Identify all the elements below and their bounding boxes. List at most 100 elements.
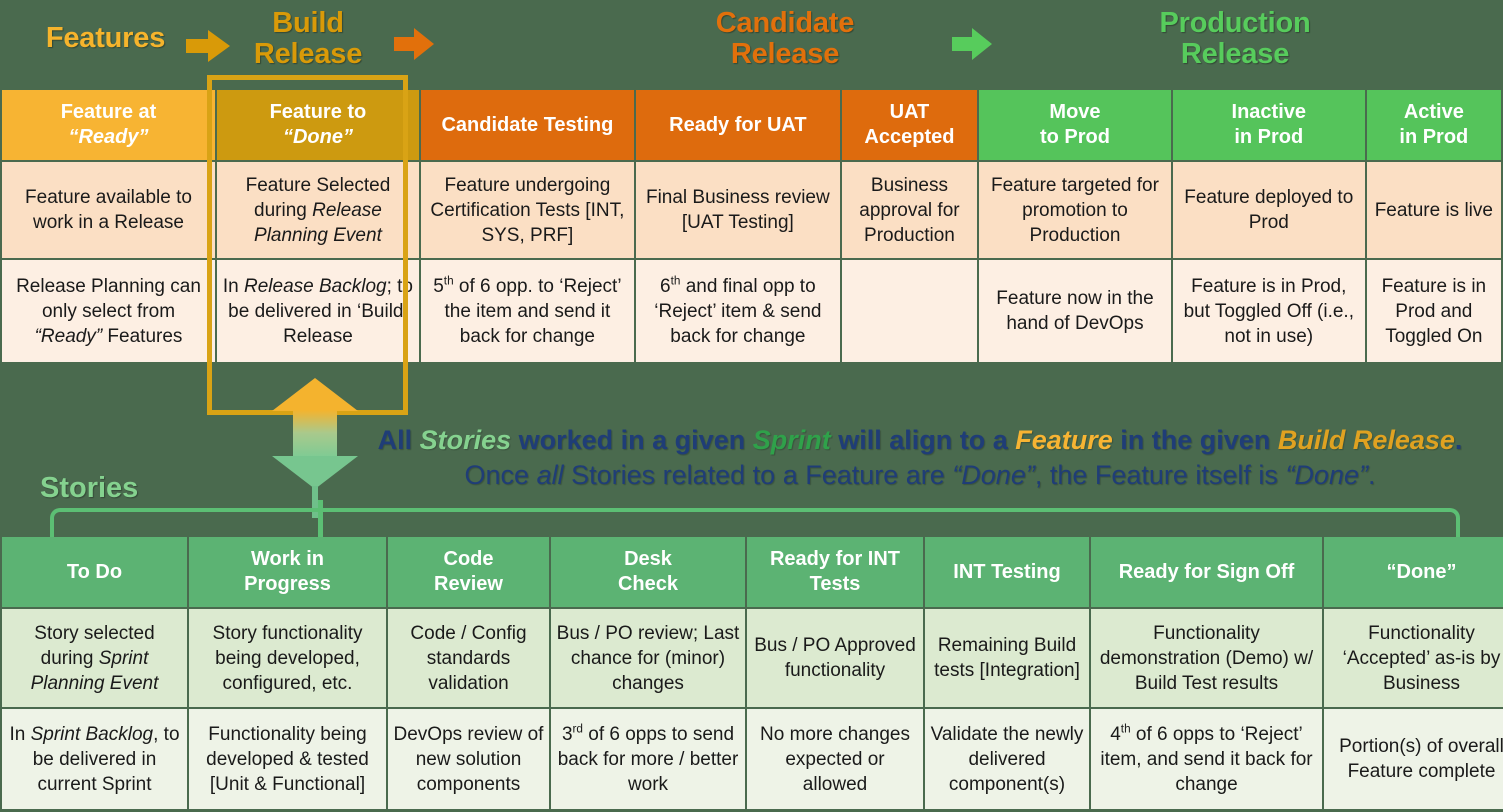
header-line1: UAT <box>889 101 930 123</box>
highlight-frame-top-edge <box>207 75 408 80</box>
table-cell <box>841 260 978 362</box>
diagram-canvas: Features Build Release Candidate Release… <box>0 0 1503 812</box>
table-cell: Feature now in the hand of DevOps <box>979 260 1171 362</box>
table-cell: Feature undergoing Certification Tests [… <box>420 162 634 258</box>
phase-label-build-line1: Build <box>272 7 344 39</box>
table-cell: 3rd of 6 opps to send back for more / be… <box>551 709 745 809</box>
stories-header-code-review[interactable]: Code Review <box>388 537 549 607</box>
header-line1: Feature at <box>60 101 157 123</box>
phase-label-features: Features <box>8 23 203 54</box>
stories-label: Stories <box>40 472 138 505</box>
stories-header-to-do[interactable]: To Do <box>2 537 187 607</box>
header-line1: Candidate Testing <box>441 113 614 136</box>
table-cell: No more changes expected or allowed <box>747 709 923 809</box>
features-header-candidate-testing[interactable]: Candidate Testing <box>420 90 634 160</box>
stories-header-desk-check[interactable]: Desk Check <box>551 537 745 607</box>
features-header-ready-for-uat[interactable]: Ready for UAT <box>635 90 840 160</box>
stories-header-int-testing[interactable]: INT Testing <box>925 537 1089 607</box>
stories-header-ready-for-sign-off[interactable]: Ready for Sign Off <box>1091 537 1322 607</box>
header-line2: Progress <box>244 573 331 595</box>
header-line2: in Prod <box>1399 126 1469 148</box>
table-cell: Release Planning can only select from “R… <box>2 260 215 362</box>
table-cell: Feature is live <box>1366 162 1501 258</box>
features-header-active-in-prod[interactable]: Active in Prod <box>1366 90 1501 160</box>
header-line2: Accepted <box>864 126 955 148</box>
features-table-description-row: Feature available to work in a Release F… <box>2 162 1501 258</box>
header-line2: Tests <box>809 573 861 595</box>
stories-header-ready-for-int-tests[interactable]: Ready for INT Tests <box>747 537 923 607</box>
phase-label-candidate-line2: Release <box>730 38 840 70</box>
table-cell: Validate the newly delivered component(s… <box>925 709 1089 809</box>
phase-label-features-text: Features <box>45 22 166 54</box>
features-table-detail-row: Release Planning can only select from “R… <box>2 260 1501 362</box>
table-cell: Code / Config standards validation <box>388 609 549 707</box>
note-word-build-release: Build Release <box>1277 425 1455 455</box>
header-line1: Feature to <box>269 101 367 123</box>
note-text: worked in a given <box>511 425 753 455</box>
table-cell: Bus / PO review; Last chance for (minor)… <box>551 609 745 707</box>
features-header-feature-at-ready[interactable]: Feature at “Ready” <box>2 90 215 160</box>
stories-table-description-row: Story selected during Sprint Planning Ev… <box>2 609 1503 707</box>
table-cell: 6th and final opp to ‘Reject’ item & sen… <box>635 260 840 362</box>
header-line1: Inactive <box>1231 101 1307 123</box>
note-word-done-1: “Done” <box>952 460 1035 490</box>
phase-label-candidate-line1: Candidate <box>715 7 855 39</box>
table-cell: In Sprint Backlog, to be delivered in cu… <box>2 709 187 809</box>
alignment-note-line2: Once all Stories related to a Feature ar… <box>340 458 1500 493</box>
alignment-note: All Stories worked in a given Sprint wil… <box>340 423 1500 493</box>
stories-table-detail-row: In Sprint Backlog, to be delivered in cu… <box>2 709 1503 809</box>
stories-header-done[interactable]: “Done” <box>1324 537 1503 607</box>
table-cell: Functionality being developed & tested [… <box>189 709 386 809</box>
features-header-uat-accepted[interactable]: UAT Accepted <box>841 90 978 160</box>
header-line2: “Ready” <box>68 126 149 148</box>
header-line1: INT Testing <box>953 560 1061 583</box>
header-line2: Review <box>434 573 503 595</box>
note-word-stories: Stories <box>419 425 512 455</box>
table-cell: Feature Selected during Release Planning… <box>217 162 419 258</box>
note-text: will align to a <box>830 425 1016 455</box>
header-line2: “Done” <box>282 126 353 148</box>
features-header-feature-to-done[interactable]: Feature to “Done” <box>217 90 419 160</box>
table-cell: Feature deployed to Prod <box>1172 162 1365 258</box>
note-text: All <box>377 425 420 455</box>
table-cell: Feature is in Prod and Toggled On <box>1366 260 1501 362</box>
note-word-feature: Feature <box>1015 425 1113 455</box>
note-text: in the given <box>1112 425 1278 455</box>
header-line1: Work in <box>251 548 324 570</box>
table-cell: Feature targeted for promotion to Produc… <box>979 162 1171 258</box>
note-word-all: all <box>536 460 564 490</box>
table-cell: 4th of 6 opps to ‘Reject’ item, and send… <box>1091 709 1322 809</box>
table-cell: In Release Backlog; to be delivered in ‘… <box>217 260 419 362</box>
header-line2: in Prod <box>1234 126 1304 148</box>
note-text: . <box>1454 425 1463 455</box>
phase-label-build-release: Build Release <box>228 8 388 70</box>
phase-label-build-line2: Release <box>253 38 363 70</box>
table-cell: Functionality demonstration (Demo) w/ Bu… <box>1091 609 1322 707</box>
features-header-move-to-prod[interactable]: Move to Prod <box>979 90 1171 160</box>
table-cell: Business approval for Production <box>841 162 978 258</box>
phase-label-production-line2: Release <box>1180 38 1290 70</box>
header-line1: Ready for Sign Off <box>1118 560 1295 583</box>
table-cell: 5th of 6 opp. to ‘Reject’ the item and s… <box>420 260 634 362</box>
features-header-inactive-in-prod[interactable]: Inactive in Prod <box>1172 90 1365 160</box>
table-cell: Portion(s) of overall Feature complete <box>1324 709 1503 809</box>
table-cell: DevOps review of new solution components <box>388 709 549 809</box>
stories-header-work-in-progress[interactable]: Work in Progress <box>189 537 386 607</box>
note-text: . <box>1367 460 1376 490</box>
note-text: , the Feature itself is <box>1034 460 1286 490</box>
header-line1: Move <box>1049 101 1101 123</box>
alignment-note-line1: All Stories worked in a given Sprint wil… <box>340 423 1500 458</box>
header-line2: to Prod <box>1039 126 1110 148</box>
header-line1: Active <box>1403 101 1464 123</box>
note-text: Stories related to a Feature are <box>563 460 953 490</box>
features-table-header-row: Feature at “Ready” Feature to “Done” Can… <box>2 90 1501 160</box>
table-cell: Story selected during Sprint Planning Ev… <box>2 609 187 707</box>
table-cell: Bus / PO Approved functionality <box>747 609 923 707</box>
table-cell: Story functionality being developed, con… <box>189 609 386 707</box>
stories-table-header-row: To Do Work in Progress Code Review Desk … <box>2 537 1503 607</box>
table-cell: Feature available to work in a Release <box>2 162 215 258</box>
note-text: Once <box>464 460 537 490</box>
phase-label-production-release: Production Release <box>1050 8 1420 70</box>
header-line1: To Do <box>66 560 123 583</box>
note-word-done-2: “Done” <box>1285 460 1368 490</box>
